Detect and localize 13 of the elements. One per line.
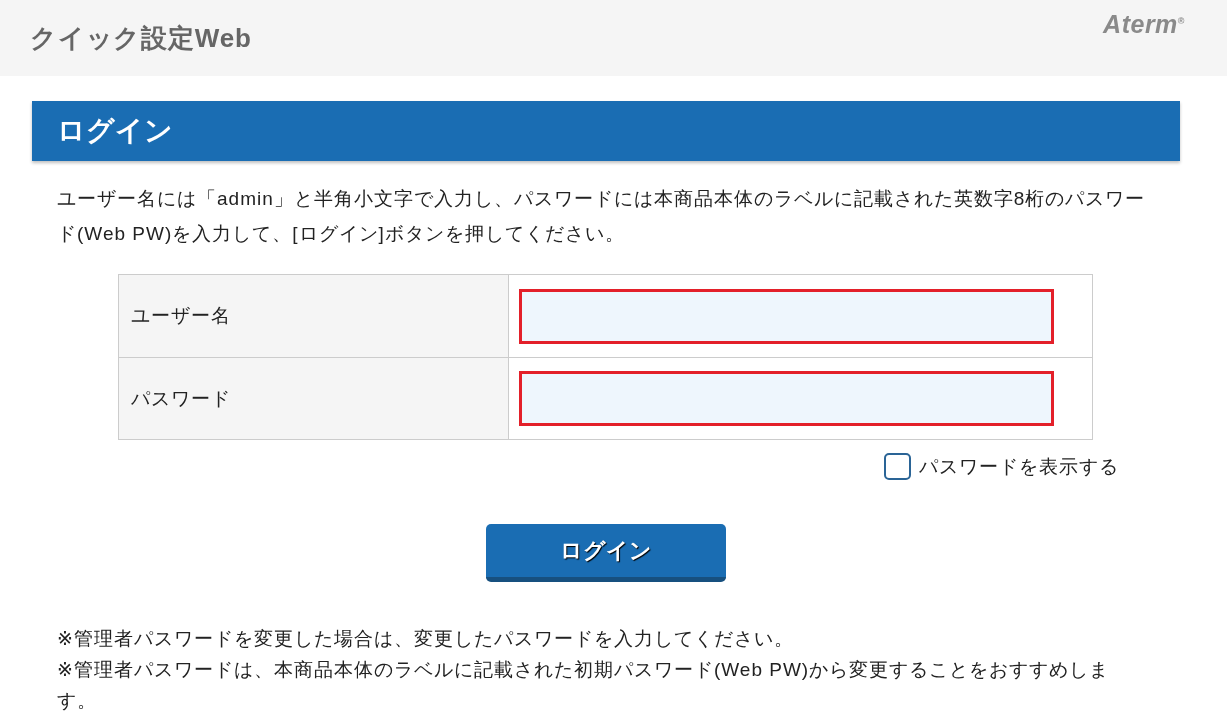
logo: Aterm$^{®}$	[1103, 10, 1185, 39]
input-field[interactable]	[519, 371, 1054, 426]
field-label: パスワード	[119, 358, 509, 439]
checkbox[interactable]	[884, 453, 911, 480]
instructions-text: ユーザー名には「admin」と半角小文字で入力し、パスワードには本商品本体のラベルに記載された英数字8桁のパスワード(Web PW)を入力して、[ログイン]ボタンを押してください。	[57, 187, 1147, 246]
app-title: クイック設定Web	[30, 21, 252, 55]
panel-title: ログイン	[32, 101, 1180, 161]
login-button[interactable]: ログイン	[486, 524, 726, 582]
note-text: ※管理者パスワードは、本商品本体のラベルに記載された初期パスワード(Web PW)から変更することをおすすめします。	[57, 658, 1111, 713]
note-text: ※管理者パスワードを変更した場合は、変更したパスワードを入力してください。	[57, 627, 795, 651]
field-label: ユーザー名	[119, 275, 509, 357]
checkbox-label: パスワードを表示する	[919, 454, 1119, 479]
input-field[interactable]	[519, 288, 1054, 344]
